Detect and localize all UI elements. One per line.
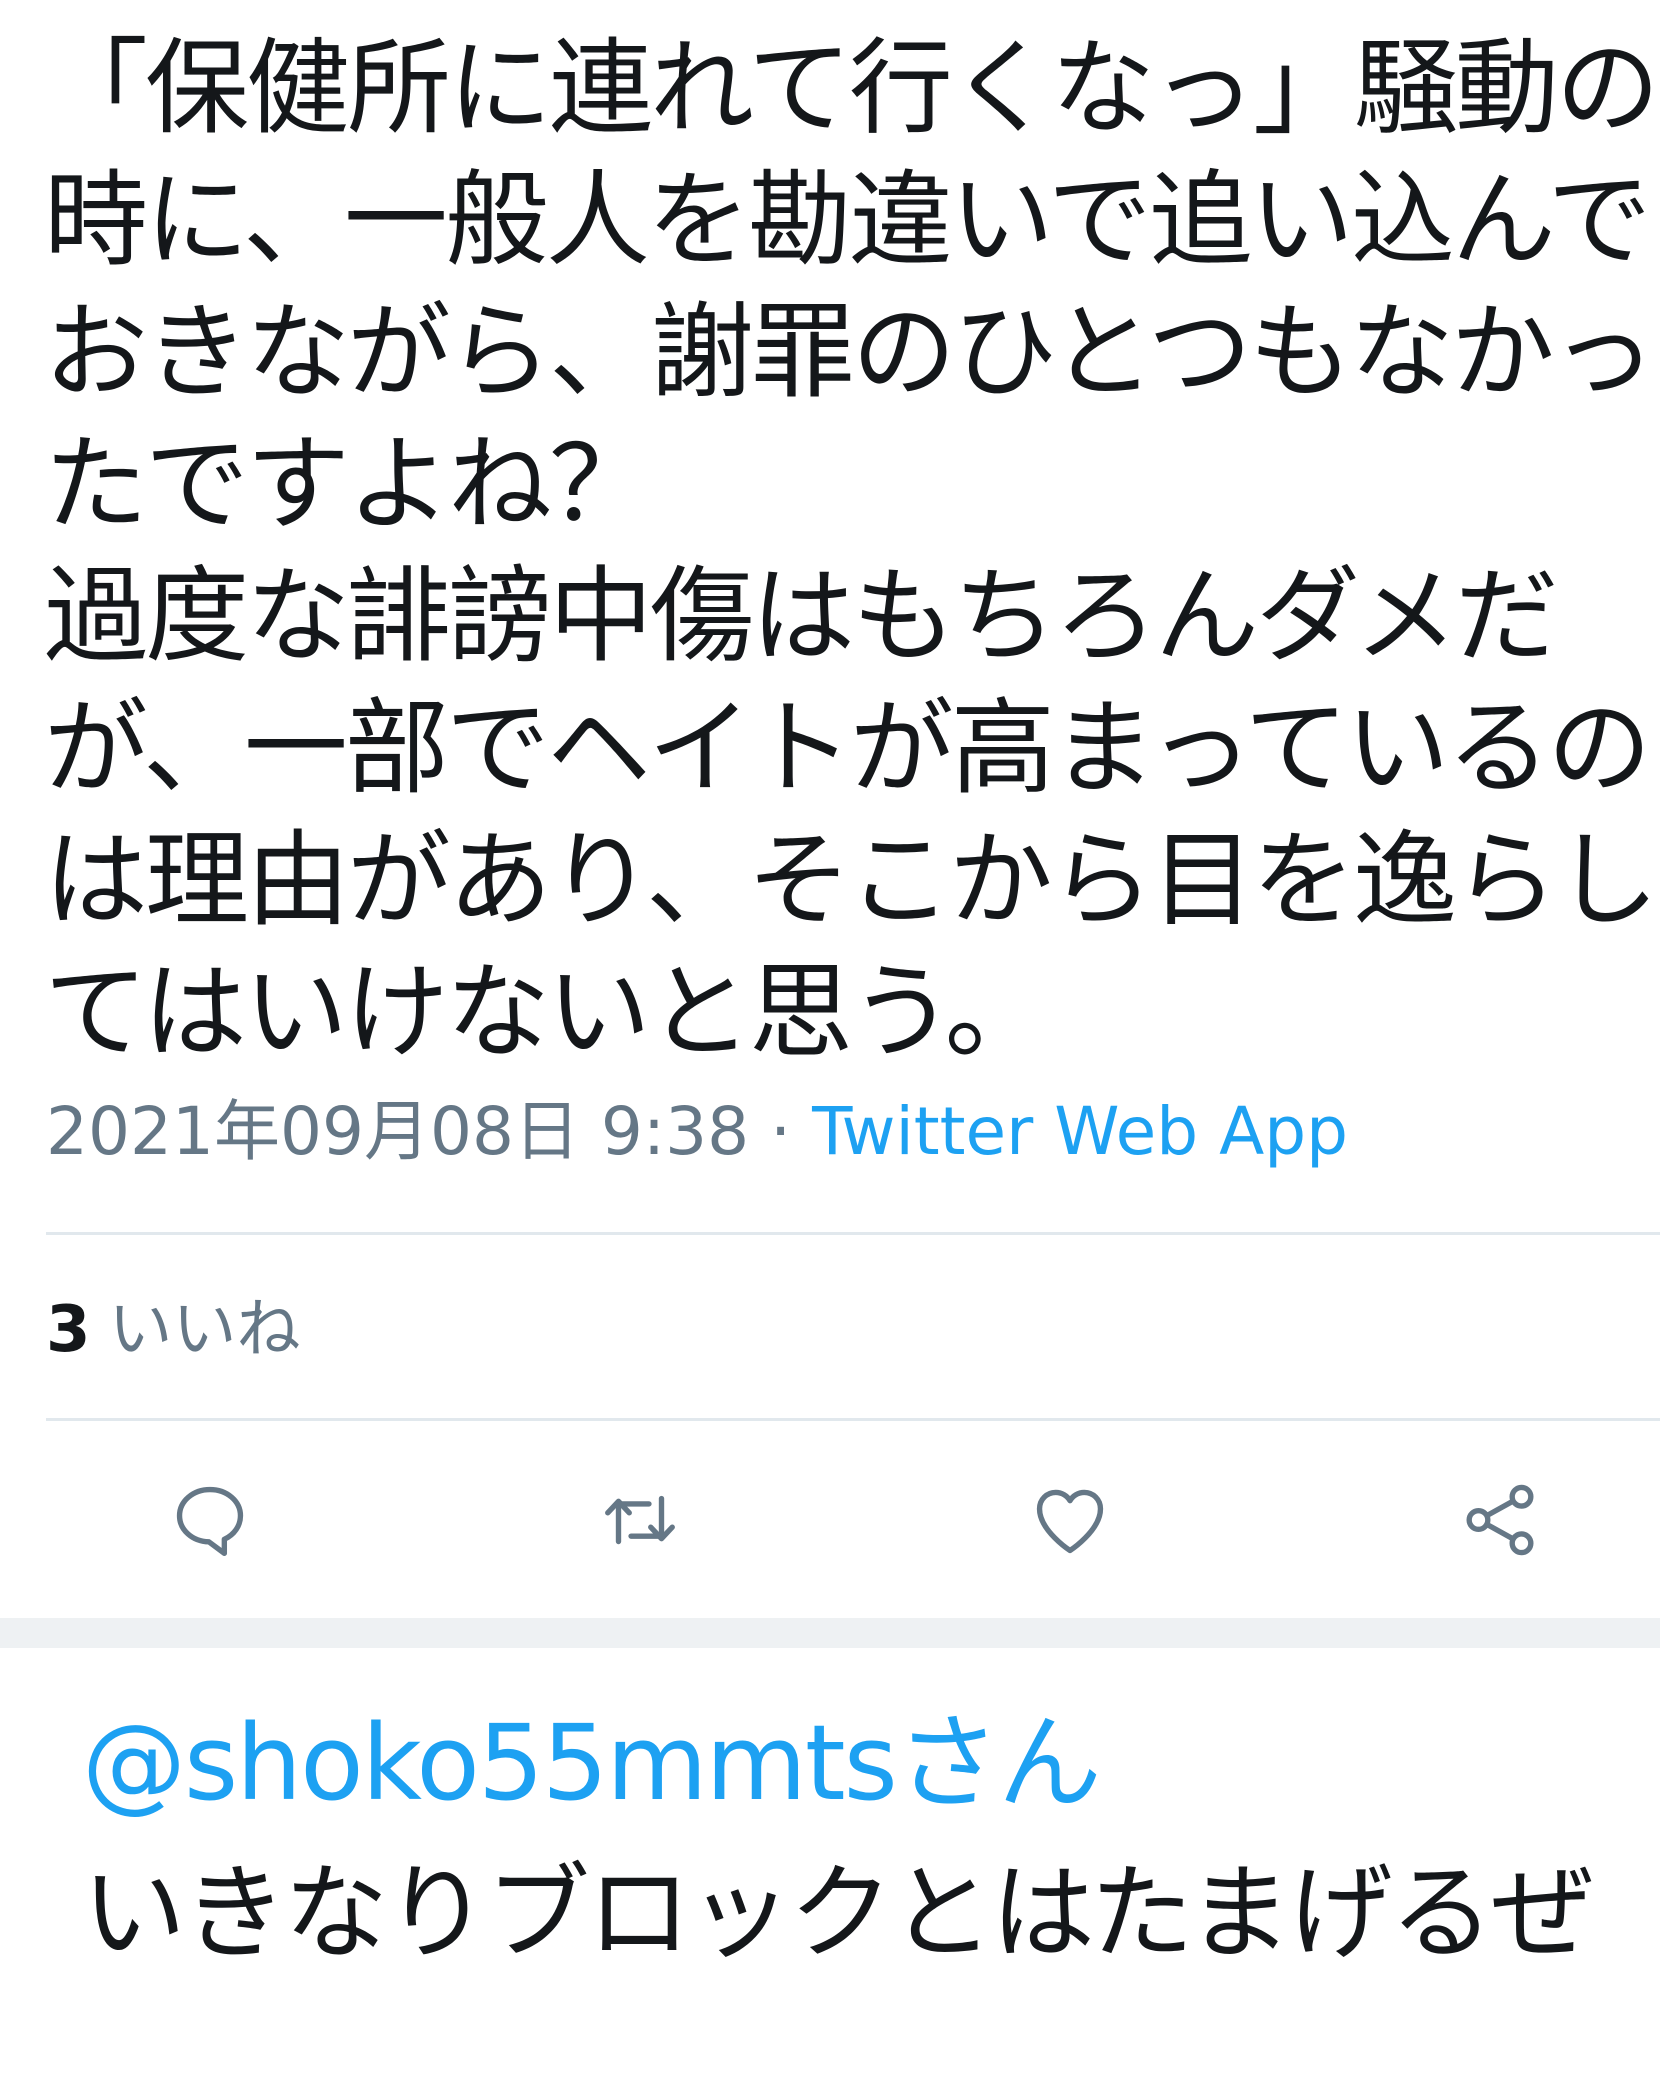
tweet-text-line: 時に、一般人を勘違いで追い込んで	[44, 159, 1652, 281]
tweet-text-line: が、一部でヘイトが高まっているの	[44, 687, 1652, 809]
tweet-timestamp[interactable]: 2021年09月08日 9:38	[46, 1093, 749, 1170]
like-button[interactable]	[1020, 1470, 1120, 1570]
section-separator	[0, 1618, 1660, 1648]
reply-mention-link[interactable]: @shoko55mmtsさん	[82, 1698, 1102, 1828]
reply-button[interactable]	[160, 1470, 260, 1570]
share-icon	[1466, 1484, 1534, 1556]
comment-icon	[176, 1486, 244, 1557]
tweet-text-line: てはいけないと思う。	[44, 951, 1049, 1073]
tweet-source-link[interactable]: Twitter Web App	[812, 1093, 1348, 1170]
divider	[46, 1418, 1660, 1421]
heart-icon	[1036, 1489, 1104, 1554]
tweet-actions	[0, 1470, 1660, 1570]
tweet-detail: 「保健所に連れて行くなっ」騒動の 時に、一般人を勘違いで追い込んで おきながら、…	[0, 0, 1660, 1620]
likes-count-row[interactable]: 3 いいね	[46, 1290, 301, 1370]
reply-text: いきなりブロックとはたまげるぜ	[82, 1852, 1595, 1974]
tweet-text-line: は理由があり、そこから目を逸らし	[44, 819, 1659, 941]
tweet-text: 「保健所に連れて行くなっ」騒動の 時に、一般人を勘違いで追い込んで おきながら、…	[44, 22, 1660, 1078]
tweet-text-line: 過度な誹謗中傷はもちろんダメだ	[44, 555, 1559, 677]
retweet-button[interactable]	[590, 1470, 690, 1570]
retweet-icon	[605, 1495, 675, 1545]
tweet-meta: 2021年09月08日 9:38 · Twitter Web App	[46, 1092, 1348, 1172]
tweet-text-line: おきながら、謝罪のひとつもなかっ	[44, 291, 1656, 413]
meta-separator: ·	[749, 1093, 813, 1170]
share-button[interactable]	[1450, 1470, 1550, 1570]
divider	[46, 1232, 1660, 1235]
tweet-text-line: たですよね？	[44, 423, 653, 545]
likes-count: 3	[46, 1293, 91, 1367]
reply-tweet[interactable]: @shoko55mmtsさん いきなりブロックとはたまげるぜ	[0, 1648, 1660, 2074]
likes-label: いいね	[108, 1293, 301, 1367]
tweet-text-line: 「保健所に連れて行くなっ」騒動の	[44, 27, 1660, 149]
